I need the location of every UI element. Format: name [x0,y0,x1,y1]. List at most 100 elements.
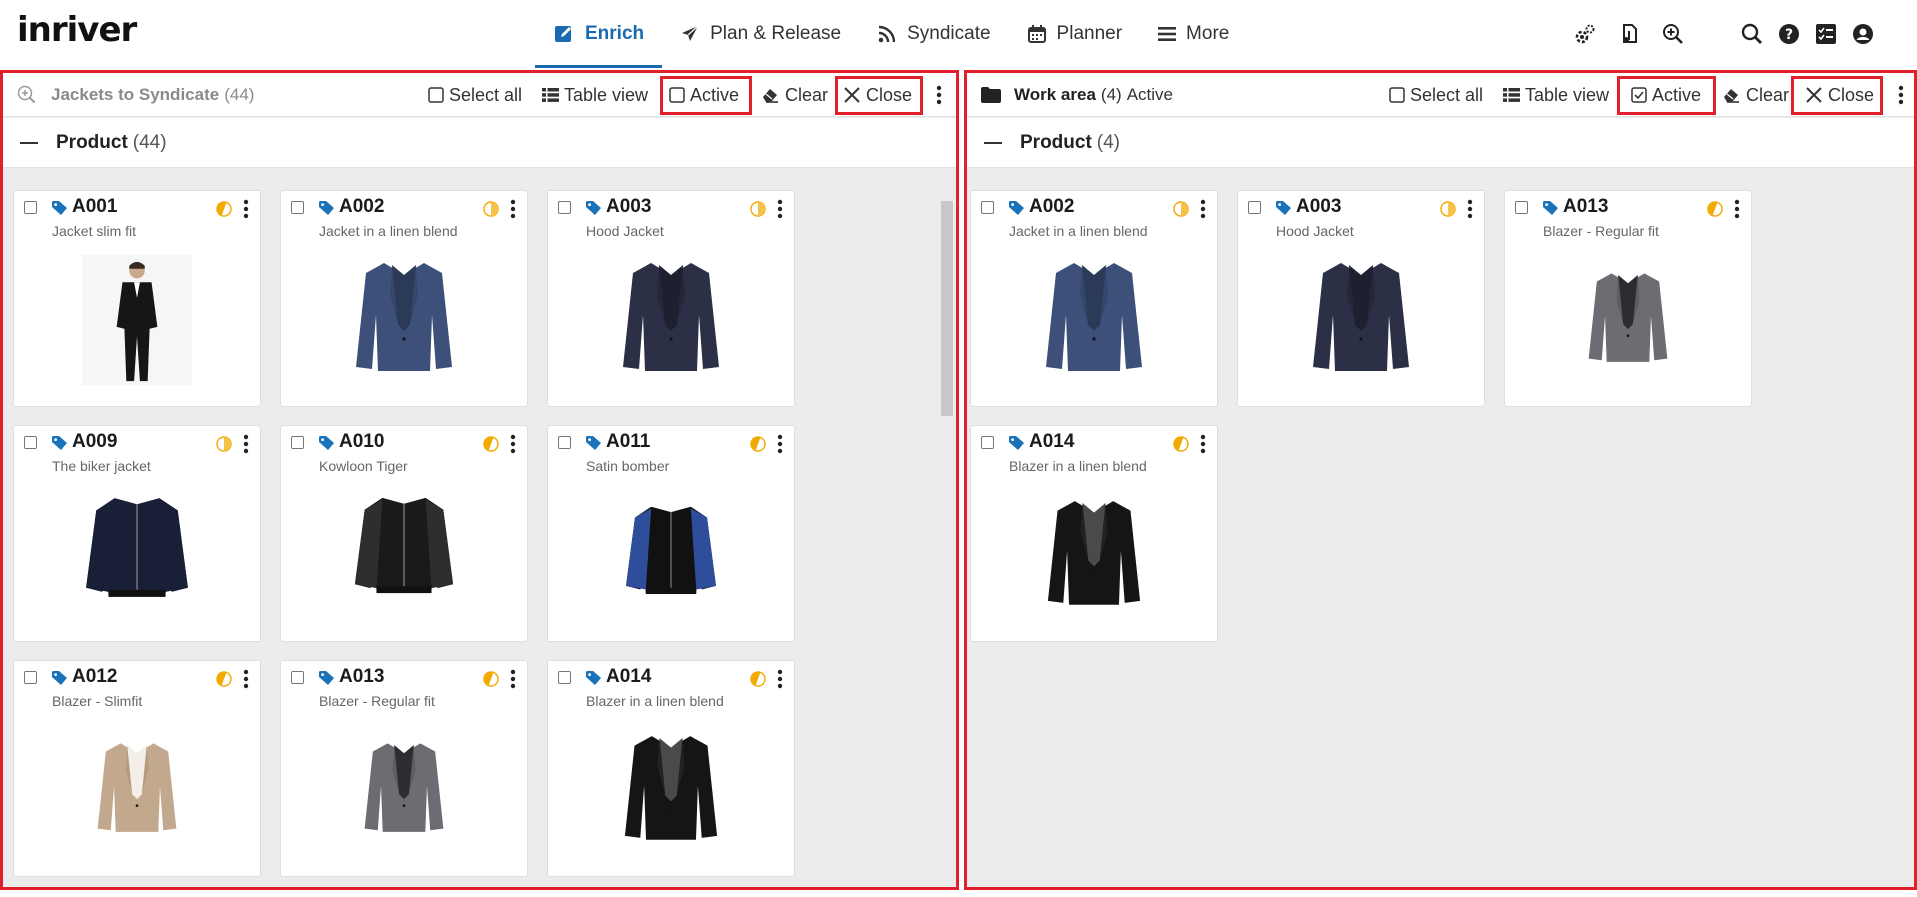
product-card[interactable]: A001 Jacket slim fit [13,190,261,407]
product-image[interactable] [621,255,721,380]
completeness-status-icon[interactable] [1173,201,1189,217]
product-card[interactable]: A012 Blazer - Slimfit [13,660,261,877]
nav-plan-release[interactable]: Plan & Release [662,0,859,68]
completeness-status-icon[interactable] [483,671,499,687]
kebab-menu-icon[interactable] [510,199,516,224]
help-icon[interactable]: ? [1777,22,1801,46]
product-card[interactable]: A003 Hood Jacket [547,190,795,407]
select-all-button[interactable]: Select all [1389,73,1483,117]
product-image[interactable] [1311,255,1411,380]
search-icon[interactable] [1740,22,1764,46]
kebab-menu-icon[interactable] [243,199,249,224]
nav-planner[interactable]: Planner [1009,0,1141,68]
nav-syndicate[interactable]: Syndicate [859,0,1008,68]
product-code[interactable]: A014 [1029,431,1074,453]
file-music-icon[interactable] [1617,22,1641,46]
product-image[interactable] [623,725,719,852]
collapse-icon[interactable] [984,141,1002,144]
kebab-menu-icon[interactable] [1200,199,1206,224]
completeness-status-icon[interactable] [1707,201,1723,217]
product-image[interactable] [626,490,716,613]
product-code[interactable]: A014 [606,666,651,688]
panel-menu-button[interactable] [1898,73,1909,117]
product-image[interactable] [82,255,192,385]
product-image[interactable] [81,490,193,607]
table-view-button[interactable]: Table view [542,73,648,117]
product-code[interactable]: A012 [72,666,117,688]
product-card[interactable]: A003 Hood Jacket [1237,190,1485,407]
kebab-menu-icon[interactable] [777,434,783,459]
kebab-menu-icon[interactable] [1734,199,1740,224]
clear-button[interactable]: Clear [761,73,828,117]
product-code[interactable]: A013 [339,666,384,688]
product-card[interactable]: A010 Kowloon Tiger [280,425,528,642]
card-checkbox[interactable] [558,671,571,684]
completeness-status-icon[interactable] [750,671,766,687]
settings-gears-icon[interactable] [1573,22,1597,46]
user-icon[interactable] [1851,22,1875,46]
clear-button[interactable]: Clear [1722,73,1789,117]
completeness-status-icon[interactable] [1173,436,1189,452]
product-group-header[interactable]: Product (4) [967,118,1914,168]
nav-more[interactable]: More [1140,0,1247,68]
tasks-icon[interactable] [1814,22,1838,46]
product-code[interactable]: A013 [1563,196,1608,218]
product-card[interactable]: A011 Satin bomber [547,425,795,642]
completeness-status-icon[interactable] [483,201,499,217]
zoom-in-icon[interactable] [1661,22,1685,46]
card-checkbox[interactable] [1515,201,1528,214]
card-checkbox[interactable] [981,201,994,214]
product-code[interactable]: A001 [72,196,117,218]
kebab-menu-icon[interactable] [243,669,249,694]
product-code[interactable]: A002 [1029,196,1074,218]
completeness-status-icon[interactable] [1440,201,1456,217]
product-code[interactable]: A009 [72,431,117,453]
product-group-header[interactable]: Product (44) [3,118,956,168]
product-card[interactable]: A002 Jacket in a linen blend [970,190,1218,407]
nav-enrich[interactable]: Enrich [535,0,663,68]
product-image[interactable] [96,725,178,852]
completeness-status-icon[interactable] [750,436,766,452]
kebab-menu-icon[interactable] [1467,199,1473,224]
card-checkbox[interactable] [24,436,37,449]
product-code[interactable]: A010 [339,431,384,453]
kebab-menu-icon[interactable] [510,669,516,694]
card-checkbox[interactable] [24,671,37,684]
card-checkbox[interactable] [1248,201,1261,214]
product-code[interactable]: A003 [606,196,651,218]
card-checkbox[interactable] [291,671,304,684]
kebab-menu-icon[interactable] [1200,434,1206,459]
product-card[interactable]: A014 Blazer in a linen blend [547,660,795,877]
product-card[interactable]: A002 Jacket in a linen blend [280,190,528,407]
collapse-icon[interactable] [20,141,38,144]
card-checkbox[interactable] [24,201,37,214]
product-image[interactable] [363,725,445,852]
scrollbar-thumb[interactable] [941,201,953,416]
product-image[interactable] [344,490,464,603]
card-checkbox[interactable] [291,436,304,449]
card-checkbox[interactable] [558,436,571,449]
product-card[interactable]: A009 The biker jacket [13,425,261,642]
completeness-status-icon[interactable] [483,436,499,452]
product-code[interactable]: A002 [339,196,384,218]
kebab-menu-icon[interactable] [243,434,249,459]
panel-menu-button[interactable] [936,73,947,117]
completeness-status-icon[interactable] [216,436,232,452]
product-card[interactable]: A013 Blazer - Regular fit [280,660,528,877]
app-logo[interactable]: inriver [17,10,137,50]
card-checkbox[interactable] [558,201,571,214]
product-image[interactable] [1587,255,1669,382]
completeness-status-icon[interactable] [216,201,232,217]
completeness-status-icon[interactable] [216,671,232,687]
product-card[interactable]: A014 Blazer in a linen blend [970,425,1218,642]
card-checkbox[interactable] [291,201,304,214]
product-image[interactable] [354,255,454,380]
kebab-menu-icon[interactable] [777,669,783,694]
kebab-menu-icon[interactable] [510,434,516,459]
product-code[interactable]: A011 [606,431,650,453]
table-view-button[interactable]: Table view [1503,73,1609,117]
product-code[interactable]: A003 [1296,196,1341,218]
card-checkbox[interactable] [981,436,994,449]
select-all-button[interactable]: Select all [428,73,522,117]
product-image[interactable] [1046,490,1142,617]
